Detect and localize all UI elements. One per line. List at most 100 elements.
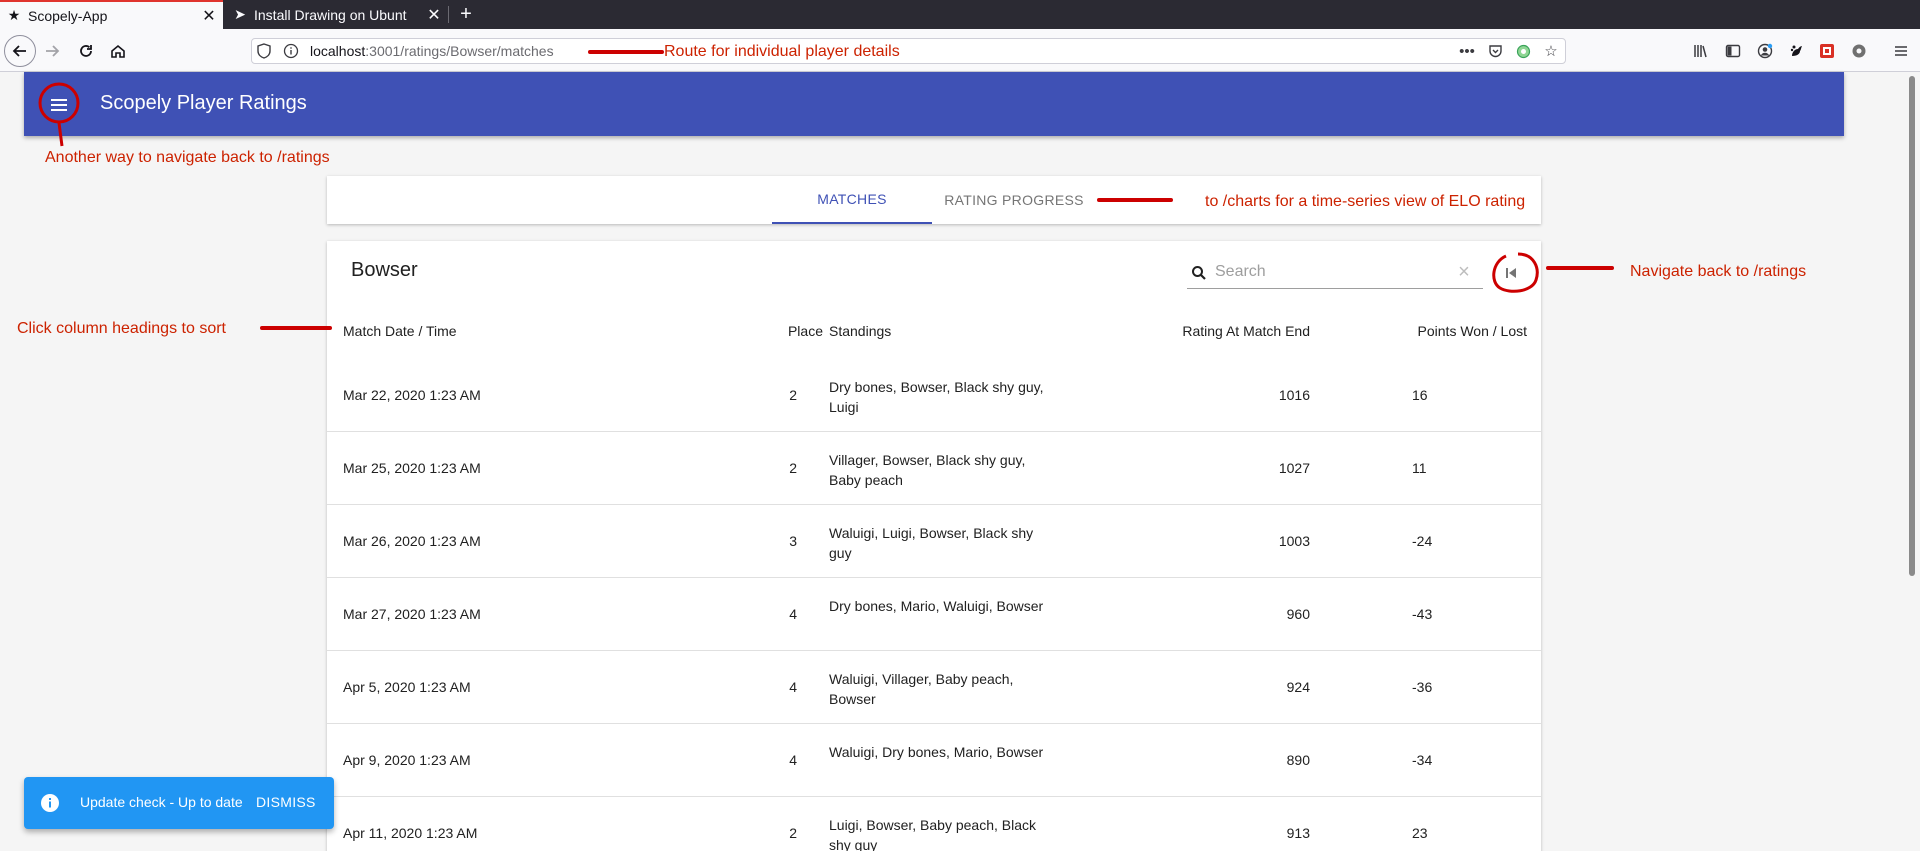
tab-rating-progress[interactable]: RATING PROGRESS: [932, 176, 1096, 224]
url-path: :3001/ratings/Bowser/matches: [365, 43, 554, 59]
annotation-line-nav-back: [1546, 266, 1614, 270]
cell-date: Mar 25, 2020 1:23 AM: [343, 460, 481, 476]
cell-place: 3: [789, 533, 797, 549]
cell-points: 16: [1412, 387, 1428, 403]
cell-place: 2: [789, 460, 797, 476]
cell-place: 2: [789, 387, 797, 403]
column-header-points[interactable]: Points Won / Lost: [1412, 323, 1527, 339]
annotation-line-route: [588, 50, 664, 54]
cell-standings: Dry bones, Mario, Waluigi, Bowser: [829, 598, 1044, 614]
cell-standings: Villager, Bowser, Black shy guy, Baby pe…: [829, 452, 1026, 488]
close-tab-icon[interactable]: ✕: [195, 6, 223, 26]
info-icon: [41, 794, 59, 812]
tab-separator: [448, 6, 449, 23]
shield-icon[interactable]: [256, 43, 272, 59]
forward-button[interactable]: [36, 35, 68, 67]
sidebar-icon[interactable]: [1722, 40, 1744, 62]
dismiss-button[interactable]: DISMISS: [256, 794, 316, 810]
tab-matches[interactable]: MATCHES: [772, 176, 932, 224]
search-input[interactable]: [1215, 259, 1447, 285]
cell-date: Mar 22, 2020 1:23 AM: [343, 387, 481, 403]
cell-rating: 1016: [1278, 387, 1310, 403]
cell-points: 11: [1412, 460, 1427, 476]
cell-points: -24: [1412, 533, 1433, 549]
cell-place: 4: [789, 679, 797, 695]
home-button[interactable]: [102, 35, 134, 67]
hamburger-menu-icon[interactable]: [1890, 40, 1912, 62]
column-header-date[interactable]: Match Date / Time: [343, 323, 457, 339]
cell-points: 23: [1412, 825, 1428, 841]
url-host: localhost: [310, 43, 366, 59]
back-button[interactable]: [4, 35, 36, 67]
table-row[interactable]: Apr 9, 2020 1:23 AM 4 Waluigi, Dry bones, …: [327, 724, 1541, 797]
cell-date: Mar 26, 2020 1:23 AM: [343, 533, 481, 549]
annotation-line-charts: [1097, 198, 1173, 202]
cell-standings: Dry bones, Bowser, Black shy guy, Luigi: [829, 379, 1044, 415]
browser-tab-title: Scopely-App: [28, 7, 108, 24]
pocket-icon[interactable]: [1486, 42, 1504, 60]
cell-rating: 960: [1286, 606, 1310, 622]
cell-standings: Waluigi, Villager, Baby peach, Bowser: [829, 671, 1014, 707]
table-title: Bowser: [351, 259, 418, 281]
gnome-extension-icon[interactable]: [1786, 40, 1808, 62]
cell-rating: 924: [1286, 679, 1310, 695]
column-header-place[interactable]: Place: [761, 323, 823, 339]
app-title: Scopely Player Ratings: [100, 92, 307, 114]
matches-table-card: Bowser × Match Date / Time Place Standin…: [327, 241, 1541, 851]
column-header-standings[interactable]: Standings: [829, 323, 891, 339]
table-row[interactable]: Mar 25, 2020 1:23 AM 2 Villager, Bowser, B…: [327, 432, 1541, 505]
extension-icon[interactable]: [1514, 42, 1532, 60]
cell-points: -34: [1412, 752, 1433, 768]
cell-rating: 1003: [1278, 533, 1310, 549]
table-row[interactable]: Apr 11, 2020 1:23 AM 2 Luigi, Bowser, Baby…: [327, 797, 1541, 851]
cell-rating: 1027: [1278, 460, 1310, 476]
annotation-circle-menu: [38, 82, 80, 147]
cell-points: -43: [1412, 606, 1433, 622]
info-icon[interactable]: [283, 43, 299, 59]
cell-rating: 890: [1286, 752, 1310, 768]
search-icon: [1192, 266, 1206, 280]
cell-date: Apr 5, 2020 1:23 AM: [343, 679, 471, 695]
bookmark-star-icon[interactable]: ☆: [1542, 42, 1560, 60]
browser-tab-install-drawing[interactable]: ➤ Install Drawing on Ubunt ✕: [226, 0, 448, 29]
table-row[interactable]: Mar 26, 2020 1:23 AM 3 Waluigi, Luigi, Bow…: [327, 505, 1541, 578]
cell-points: -36: [1412, 679, 1433, 695]
colored-extension-icon[interactable]: [1816, 40, 1838, 62]
cell-standings: Waluigi, Luigi, Bowser, Black shy guy: [829, 525, 1034, 561]
annotation-circle-nav-back: [1492, 252, 1539, 293]
arrow-left-icon: [12, 45, 26, 57]
url-text[interactable]: localhost:3001/ratings/Bowser/matches: [310, 43, 554, 59]
search-box: ×: [1187, 257, 1483, 289]
table-row[interactable]: Mar 27, 2020 1:23 AM 4 Dry bones, Mario, W…: [327, 578, 1541, 651]
cell-standings: Waluigi, Dry bones, Mario, Bowser: [829, 744, 1044, 760]
browser-tab-scopely[interactable]: ★ Scopely-App ✕: [0, 0, 223, 29]
annotation-menu: Another way to navigate back to /ratings: [45, 149, 330, 166]
cell-place: 4: [789, 752, 797, 768]
cell-place: 4: [789, 606, 797, 622]
page-scrollbar-thumb[interactable]: [1909, 76, 1915, 576]
browser-tab-title: Install Drawing on Ubunt: [254, 6, 407, 23]
annotation-charts: to /charts for a time-series view of ELO…: [1205, 193, 1526, 210]
cell-place: 2: [789, 825, 797, 841]
cell-standings: Luigi, Bowser, Baby peach, Black shy guy: [829, 817, 1037, 851]
new-tab-button[interactable]: +: [452, 0, 480, 29]
cell-date: Apr 9, 2020 1:23 AM: [343, 752, 471, 768]
reload-icon: [80, 45, 92, 57]
cell-date: Apr 11, 2020 1:23 AM: [343, 825, 478, 841]
annotation-sort: Click column headings to sort: [17, 320, 226, 337]
close-tab-icon[interactable]: ✕: [420, 5, 448, 25]
cell-date: Mar 27, 2020 1:23 AM: [343, 606, 481, 622]
table-row[interactable]: Mar 22, 2020 1:23 AM 2 Dry bones, Bowser, …: [327, 359, 1541, 432]
star-icon: ★: [7, 7, 21, 23]
account-icon[interactable]: [1754, 40, 1776, 62]
gear-extension-icon[interactable]: [1848, 40, 1870, 62]
annotation-route: Route for individual player details: [664, 43, 900, 60]
library-icon[interactable]: [1690, 40, 1712, 62]
clear-search-icon[interactable]: ×: [1455, 262, 1473, 282]
arrow-right-icon: [46, 45, 60, 57]
home-icon: [111, 44, 125, 58]
page-actions-icon[interactable]: •••: [1458, 42, 1476, 60]
table-row[interactable]: Apr 5, 2020 1:23 AM 4 Waluigi, Villager, B…: [327, 651, 1541, 724]
reload-button[interactable]: [70, 35, 102, 67]
column-header-rating[interactable]: Rating At Match End: [1110, 323, 1310, 339]
